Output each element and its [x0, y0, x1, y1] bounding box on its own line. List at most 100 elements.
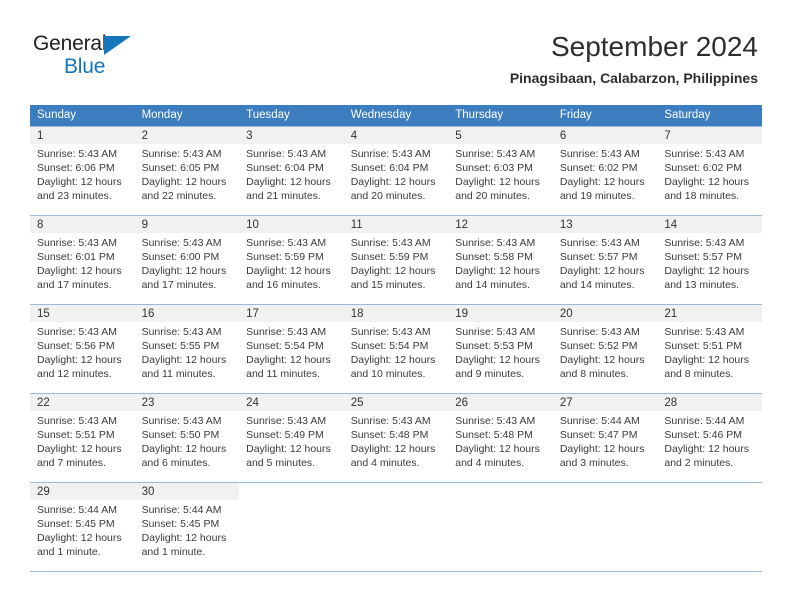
day-22[interactable]: 22 Sunrise: 5:43 AM Sunset: 5:51 PM Dayligh…: [30, 394, 135, 482]
calendar-day-cell: 20 Sunrise: 5:43 AM Sunset: 5:52 PM Dayligh…: [552, 304, 658, 394]
sunrise-text: Sunrise: 5:43 AM: [141, 148, 222, 160]
day-29[interactable]: 29 Sunrise: 5:44 AM Sunset: 5:45 PM Dayligh…: [30, 483, 135, 571]
day-details: Sunrise: 5:43 AM Sunset: 5:54 PM Daylight:…: [344, 322, 449, 381]
calendar-day-cell-empty: [657, 482, 762, 572]
sunset-text: Sunset: 6:03 PM: [455, 162, 533, 174]
sunrise-text: Sunrise: 5:43 AM: [559, 237, 640, 249]
calendar-day-cell: 30 Sunrise: 5:44 AM Sunset: 5:45 PM Dayligh…: [134, 482, 240, 572]
day-details: Sunrise: 5:43 AM Sunset: 6:02 PM Daylight:…: [553, 144, 658, 203]
daylight-text-line1: Daylight: 12 hours: [37, 265, 122, 277]
calendar-day-cell-empty: [448, 482, 553, 572]
daylight-text-line2: and 6 minutes.: [141, 457, 211, 469]
day-21[interactable]: 21 Sunrise: 5:43 AM Sunset: 5:51 PM Dayligh…: [657, 305, 762, 393]
calendar-day-cell: 7 Sunrise: 5:43 AM Sunset: 6:02 PM Daylight…: [657, 126, 762, 216]
day-9[interactable]: 9 Sunrise: 5:43 AM Sunset: 6:00 PM Daylight…: [134, 216, 240, 304]
day-18[interactable]: 18 Sunrise: 5:43 AM Sunset: 5:54 PM Dayligh…: [343, 305, 449, 393]
sunset-text: Sunset: 6:02 PM: [664, 162, 743, 174]
day-10[interactable]: 10 Sunrise: 5:43 AM Sunset: 5:59 PM Dayligh…: [239, 216, 344, 304]
daylight-text-line1: Daylight: 12 hours: [350, 443, 436, 455]
day-17[interactable]: 17 Sunrise: 5:43 AM Sunset: 5:54 PM Dayligh…: [239, 305, 344, 393]
daylight-text-line1: Daylight: 12 hours: [350, 176, 436, 188]
day-19[interactable]: 19 Sunrise: 5:43 AM Sunset: 5:53 PM Dayligh…: [448, 305, 553, 393]
day-28[interactable]: 28 Sunrise: 5:44 AM Sunset: 5:46 PM Dayligh…: [657, 394, 762, 482]
day-number: 27: [552, 394, 658, 411]
sunrise-text: Sunrise: 5:43 AM: [664, 326, 745, 338]
daylight-text-line2: and 17 minutes.: [37, 279, 112, 291]
day-5[interactable]: 5 Sunrise: 5:43 AM Sunset: 6:03 PM Daylight…: [448, 127, 553, 215]
empty-day: [343, 483, 449, 571]
sunset-text: Sunset: 5:48 PM: [350, 429, 429, 441]
sunset-text: Sunset: 5:49 PM: [246, 429, 324, 441]
calendar-day-cell: 2 Sunrise: 5:43 AM Sunset: 6:05 PM Daylight…: [134, 126, 240, 216]
day-23[interactable]: 23 Sunrise: 5:43 AM Sunset: 5:50 PM Dayligh…: [134, 394, 240, 482]
day-14[interactable]: 14 Sunrise: 5:43 AM Sunset: 5:57 PM Dayligh…: [657, 216, 762, 304]
logo-triangle-icon: [104, 36, 131, 55]
day-6[interactable]: 6 Sunrise: 5:43 AM Sunset: 6:02 PM Daylight…: [552, 127, 658, 215]
day-7[interactable]: 7 Sunrise: 5:43 AM Sunset: 6:02 PM Daylight…: [657, 127, 762, 215]
sunrise-text: Sunrise: 5:43 AM: [37, 415, 117, 427]
day-number: 25: [343, 394, 449, 411]
calendar-day-cell: 5 Sunrise: 5:43 AM Sunset: 6:03 PM Daylight…: [448, 126, 553, 216]
sunrise-text: Sunrise: 5:44 AM: [664, 415, 745, 427]
sunset-text: Sunset: 5:51 PM: [664, 340, 743, 352]
daylight-text-line2: and 23 minutes.: [37, 190, 112, 202]
daylight-text-line2: and 2 minutes.: [664, 457, 734, 469]
day-number: 24: [239, 394, 344, 411]
day-details: Sunrise: 5:43 AM Sunset: 5:50 PM Daylight:…: [135, 411, 240, 470]
generalblue-logo[interactable]: General Blue: [33, 32, 223, 82]
daylight-text-line2: and 5 minutes.: [246, 457, 316, 469]
day-27[interactable]: 27 Sunrise: 5:44 AM Sunset: 5:47 PM Dayligh…: [552, 394, 658, 482]
day-13[interactable]: 13 Sunrise: 5:43 AM Sunset: 5:57 PM Dayligh…: [552, 216, 658, 304]
daylight-text-line2: and 1 minute.: [37, 546, 101, 558]
day-16[interactable]: 16 Sunrise: 5:43 AM Sunset: 5:55 PM Dayligh…: [134, 305, 240, 393]
daylight-text-line1: Daylight: 12 hours: [455, 354, 540, 366]
daylight-text-line2: and 12 minutes.: [37, 368, 112, 380]
day-details: Sunrise: 5:43 AM Sunset: 6:06 PM Daylight:…: [30, 144, 135, 203]
day-26[interactable]: 26 Sunrise: 5:43 AM Sunset: 5:48 PM Dayligh…: [448, 394, 553, 482]
day-15[interactable]: 15 Sunrise: 5:43 AM Sunset: 5:56 PM Dayligh…: [30, 305, 135, 393]
sunrise-text: Sunrise: 5:43 AM: [559, 326, 640, 338]
daylight-text-line1: Daylight: 12 hours: [141, 354, 227, 366]
daylight-text-line1: Daylight: 12 hours: [350, 354, 436, 366]
sunrise-text: Sunrise: 5:44 AM: [559, 415, 640, 427]
calendar-day-cell: 6 Sunrise: 5:43 AM Sunset: 6:02 PM Daylight…: [552, 126, 658, 216]
sunrise-text: Sunrise: 5:43 AM: [37, 148, 117, 160]
day-number: 6: [552, 127, 658, 144]
calendar-day-cell: 26 Sunrise: 5:43 AM Sunset: 5:48 PM Dayligh…: [448, 393, 553, 483]
day-25[interactable]: 25 Sunrise: 5:43 AM Sunset: 5:48 PM Dayligh…: [343, 394, 449, 482]
day-number: 16: [134, 305, 240, 322]
sunrise-text: Sunrise: 5:43 AM: [246, 237, 327, 249]
title-block: September 2024 Pinagsibaan, Calabarzon, …: [510, 30, 758, 87]
calendar-day-cell: 11 Sunrise: 5:43 AM Sunset: 5:59 PM Dayligh…: [343, 215, 449, 305]
sunset-text: Sunset: 5:51 PM: [37, 429, 115, 441]
day-details: Sunrise: 5:44 AM Sunset: 5:45 PM Daylight:…: [135, 500, 240, 559]
sunset-text: Sunset: 5:55 PM: [141, 340, 220, 352]
day-11[interactable]: 11 Sunrise: 5:43 AM Sunset: 5:59 PM Dayligh…: [343, 216, 449, 304]
day-8[interactable]: 8 Sunrise: 5:43 AM Sunset: 6:01 PM Daylight…: [30, 216, 135, 304]
day-details: Sunrise: 5:44 AM Sunset: 5:47 PM Daylight:…: [553, 411, 658, 470]
day-4[interactable]: 4 Sunrise: 5:43 AM Sunset: 6:04 PM Daylight…: [343, 127, 449, 215]
sunset-text: Sunset: 5:46 PM: [664, 429, 743, 441]
day-2[interactable]: 2 Sunrise: 5:43 AM Sunset: 6:05 PM Daylight…: [134, 127, 240, 215]
day-number: 2: [134, 127, 240, 144]
day-1[interactable]: 1 Sunrise: 5:43 AM Sunset: 6:06 PM Daylight…: [30, 127, 135, 215]
calendar-day-cell: 24 Sunrise: 5:43 AM Sunset: 5:49 PM Dayligh…: [239, 393, 344, 483]
calendar-week-row: 1 Sunrise: 5:43 AM Sunset: 6:06 PM Daylight…: [30, 126, 762, 216]
day-12[interactable]: 12 Sunrise: 5:43 AM Sunset: 5:58 PM Dayligh…: [448, 216, 553, 304]
logo-text-general: General: [33, 32, 107, 55]
day-details: Sunrise: 5:43 AM Sunset: 5:49 PM Daylight:…: [239, 411, 344, 470]
weekday-header-tuesday: Tuesday: [239, 105, 344, 127]
day-3[interactable]: 3 Sunrise: 5:43 AM Sunset: 6:04 PM Daylight…: [239, 127, 344, 215]
day-30[interactable]: 30 Sunrise: 5:44 AM Sunset: 5:45 PM Dayligh…: [134, 483, 240, 571]
day-24[interactable]: 24 Sunrise: 5:43 AM Sunset: 5:49 PM Dayligh…: [239, 394, 344, 482]
daylight-text-line1: Daylight: 12 hours: [246, 443, 331, 455]
sunset-text: Sunset: 5:47 PM: [559, 429, 638, 441]
sunset-text: Sunset: 5:45 PM: [141, 518, 220, 530]
day-20[interactable]: 20 Sunrise: 5:43 AM Sunset: 5:52 PM Dayligh…: [552, 305, 658, 393]
day-number: 17: [239, 305, 344, 322]
page-header: General Blue September 2024 Pinagsibaan,…: [0, 0, 792, 100]
day-details: Sunrise: 5:43 AM Sunset: 5:59 PM Daylight:…: [239, 233, 344, 292]
day-number: 4: [343, 127, 449, 144]
day-details: Sunrise: 5:43 AM Sunset: 6:00 PM Daylight:…: [135, 233, 240, 292]
sunset-text: Sunset: 5:53 PM: [455, 340, 533, 352]
